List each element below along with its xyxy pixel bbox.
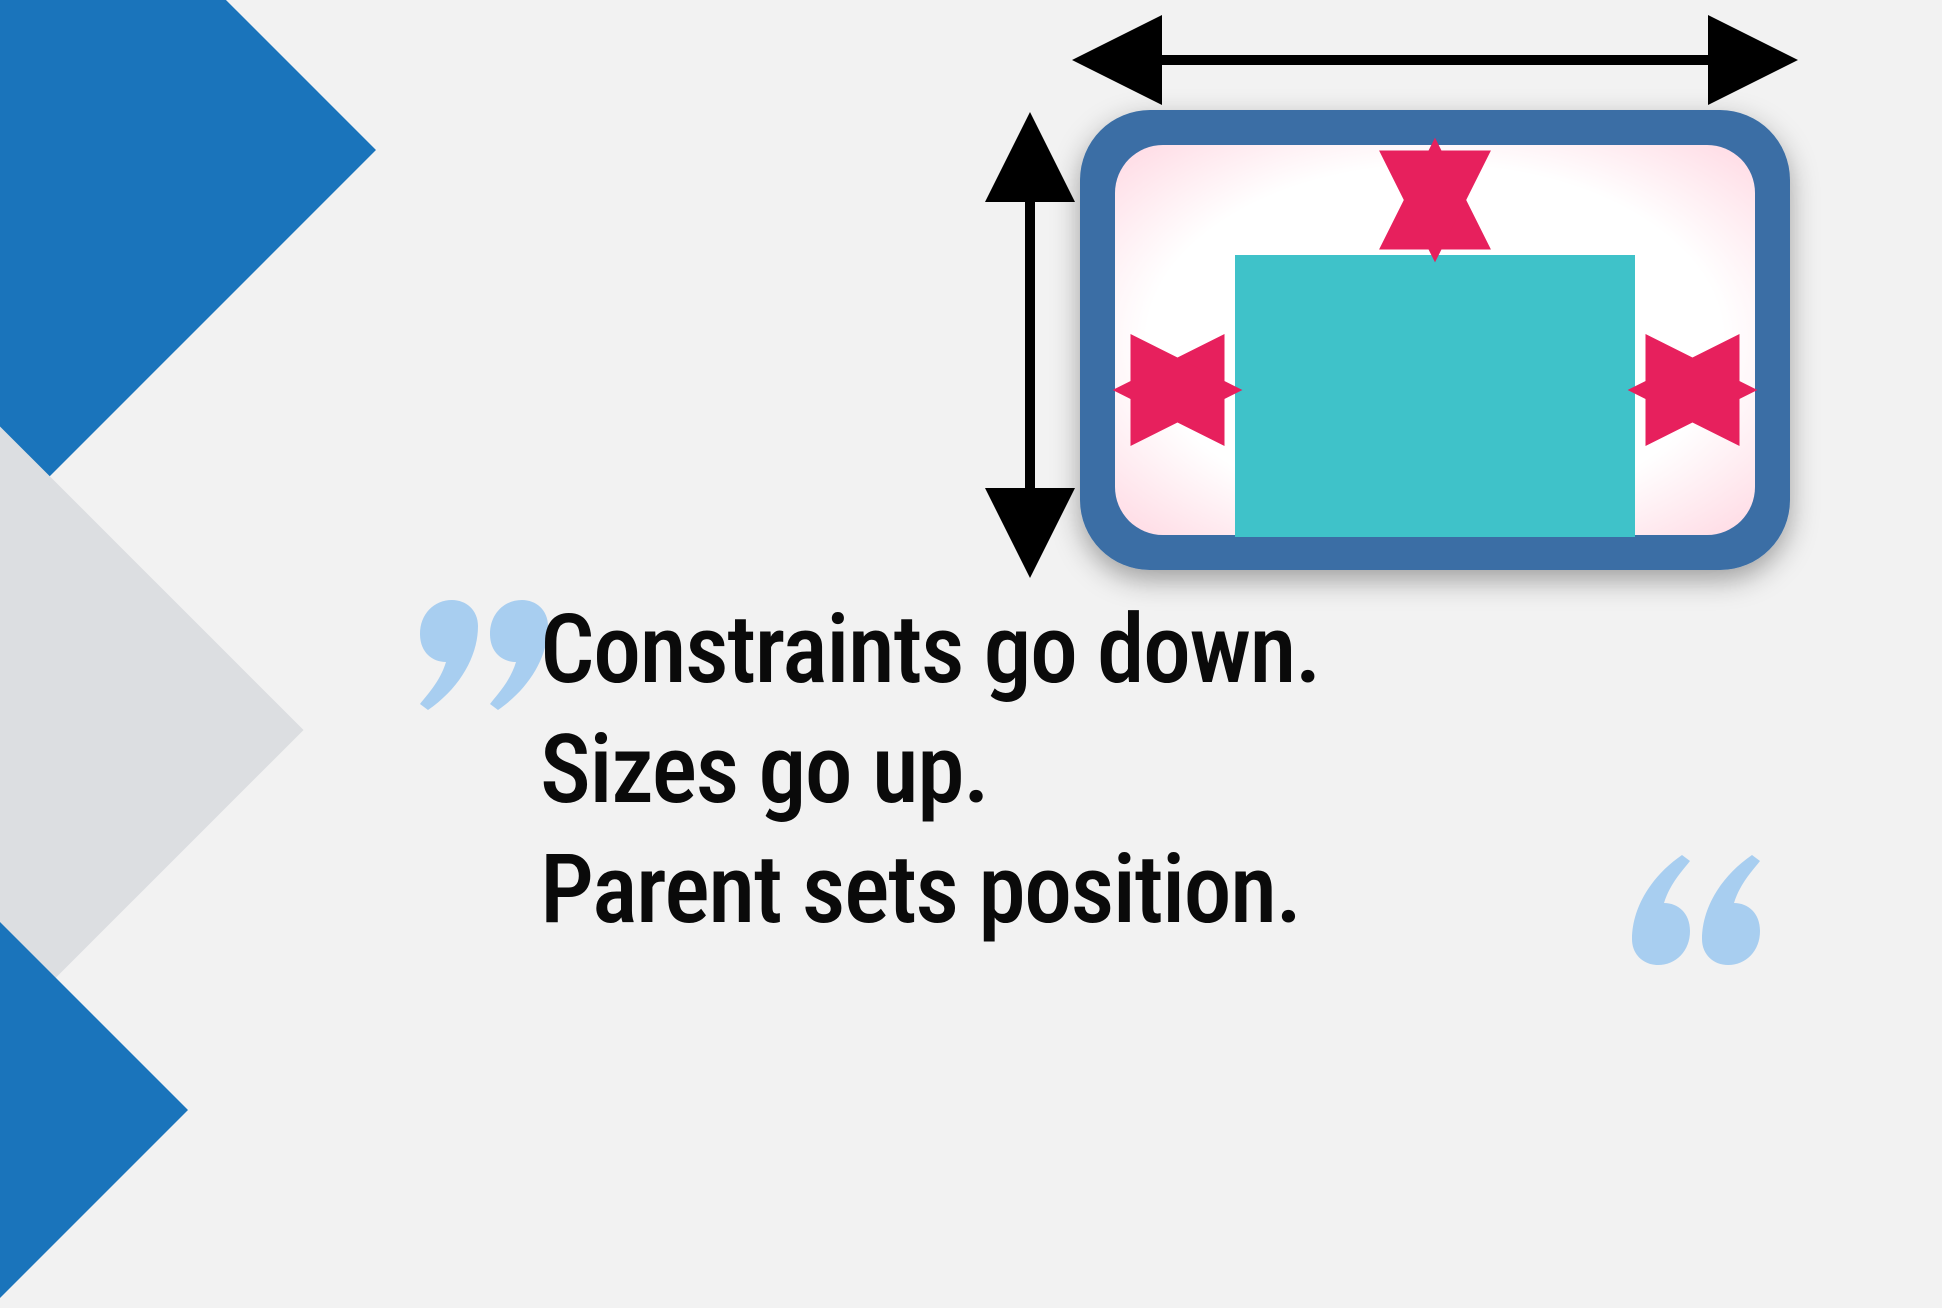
open-quote-icon [420, 600, 550, 715]
bg-shape-dark-blue [0, 0, 376, 546]
quote-line-3: Parent sets position. [540, 830, 1790, 950]
quote-line-2: Sizes go up. [540, 710, 1790, 830]
close-quote-icon [1630, 855, 1760, 970]
bg-shape-bottom-blue [0, 912, 188, 1308]
constraints-diagram [960, 40, 1810, 600]
quote-block: Constraints go down. Sizes go up. Parent… [440, 580, 1790, 950]
child-box [1235, 255, 1635, 537]
quote-line-1: Constraints go down. [540, 590, 1790, 710]
